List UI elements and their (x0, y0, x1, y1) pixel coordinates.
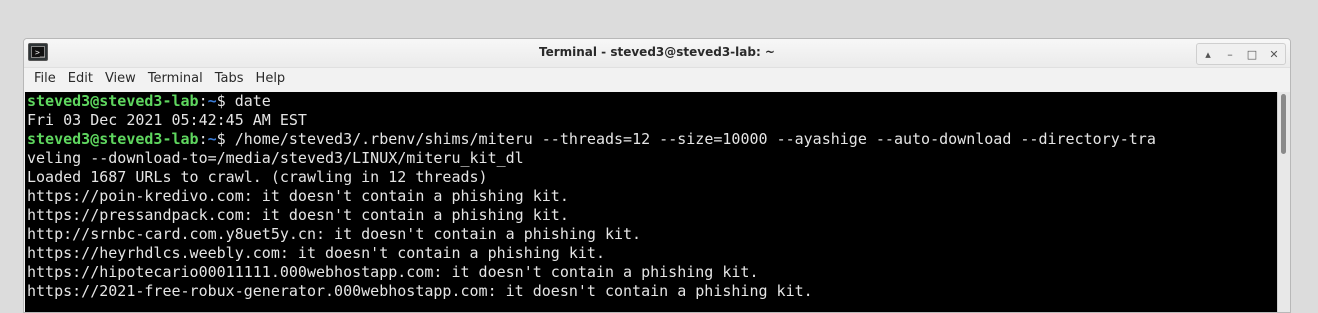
close-icon[interactable]: ✕ (1263, 44, 1285, 64)
menu-help[interactable]: Help (250, 67, 292, 91)
menu-edit[interactable]: Edit (62, 67, 99, 91)
menu-view[interactable]: View (99, 67, 142, 91)
prompt-symbol: $ (216, 130, 226, 148)
minimize-icon[interactable]: – (1219, 44, 1241, 64)
prompt-user-host: steved3@steved3-lab (27, 92, 199, 110)
maximize-up-icon[interactable]: ▴ (1197, 44, 1219, 64)
terminal-output-line: https://heyrhdlcs.weebly.com: it doesn't… (27, 244, 605, 262)
terminal-output-line: veling --download-to=/media/steved3/LINU… (27, 149, 524, 167)
menu-tabs[interactable]: Tabs (209, 67, 250, 91)
terminal-output-line: https://hipotecario00011111.000webhostap… (27, 263, 759, 281)
terminal-window: >_ Terminal - steved3@steved3-lab: ~ ▴ –… (23, 38, 1291, 313)
prompt-path: ~ (207, 130, 217, 148)
terminal-output-line: https://poin-kredivo.com: it doesn't con… (27, 187, 569, 205)
terminal-output-line: Loaded 1687 URLs to crawl. (crawling in … (27, 168, 488, 186)
menu-terminal[interactable]: Terminal (142, 67, 209, 91)
menu-bar: File Edit View Terminal Tabs Help (24, 67, 1290, 91)
terminal-output-line: https://pressandpack.com: it doesn't con… (27, 206, 569, 224)
window-title: Terminal - steved3@steved3-lab: ~ (538, 45, 775, 59)
restore-icon[interactable]: □ (1241, 44, 1263, 64)
scrollbar-thumb[interactable] (1281, 94, 1286, 154)
terminal-output-line: http://srnbc-card.com.y8uet5y.cn: it doe… (27, 225, 642, 243)
command-text: date (225, 92, 271, 110)
prompt-separator: : (198, 130, 208, 148)
terminal-output[interactable]: steved3@steved3-lab:~$ date Fri 03 Dec 20… (25, 92, 1290, 312)
terminal-prompt-line: steved3@steved3-lab:~$ /home/steved3/.rb… (27, 130, 1290, 149)
terminal-scrollbar[interactable] (1277, 92, 1290, 312)
command-text: /home/steved3/.rbenv/shims/miteru --thre… (225, 130, 1156, 148)
terminal-output-line: Fri 03 Dec 2021 05:42:45 AM EST (27, 111, 307, 129)
prompt-symbol: $ (216, 92, 226, 110)
title-bar[interactable]: >_ Terminal - steved3@steved3-lab: ~ ▴ –… (24, 39, 1290, 68)
menu-file[interactable]: File (28, 67, 62, 91)
prompt-user-host: steved3@steved3-lab (27, 130, 199, 148)
prompt-path: ~ (207, 92, 217, 110)
prompt-separator: : (198, 92, 208, 110)
terminal-prompt-line: steved3@steved3-lab:~$ date (27, 92, 1290, 111)
window-controls: ▴ – □ ✕ (1196, 43, 1286, 65)
terminal-output-line: https://2021-free-robux-generator.000web… (27, 282, 813, 300)
